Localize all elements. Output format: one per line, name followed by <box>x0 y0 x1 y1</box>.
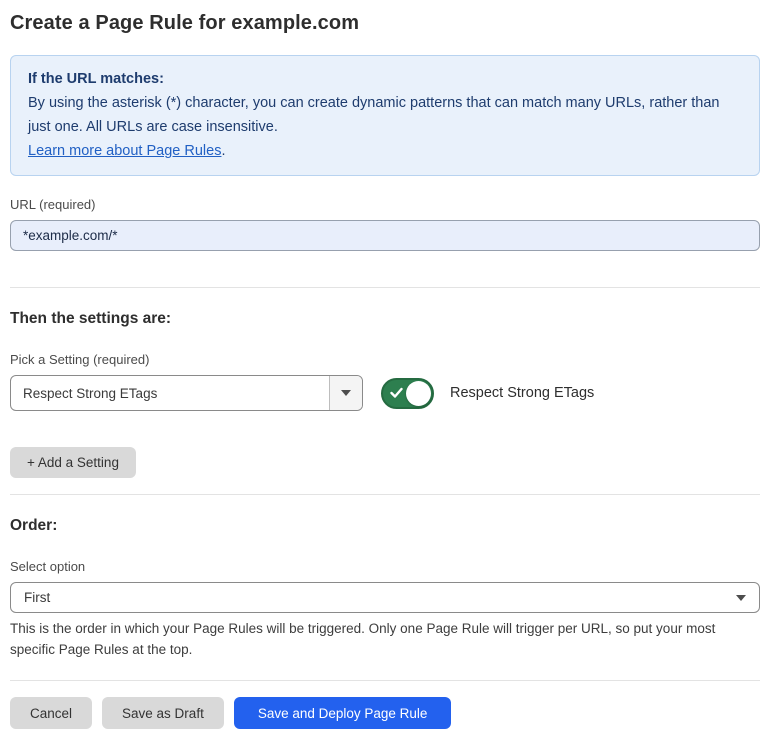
divider <box>10 680 760 681</box>
page-title: Create a Page Rule for example.com <box>10 12 760 35</box>
info-box-heading: If the URL matches: <box>28 67 742 91</box>
check-icon <box>390 387 403 399</box>
action-buttons: Cancel Save as Draft Save and Deploy Pag… <box>10 697 760 729</box>
respect-strong-etags-toggle[interactable] <box>381 378 434 409</box>
link-period: . <box>221 143 225 159</box>
add-setting-button[interactable]: + Add a Setting <box>10 447 136 478</box>
chevron-down-icon <box>736 595 746 601</box>
order-select-value: First <box>24 590 736 605</box>
toggle-wrap: Respect Strong ETags <box>381 378 594 409</box>
url-label: URL (required) <box>10 197 760 212</box>
order-select[interactable]: First <box>10 582 760 613</box>
divider <box>10 494 760 495</box>
toggle-knob <box>406 381 431 406</box>
setting-row: Respect Strong ETags Respect Strong ETag… <box>10 375 760 411</box>
url-input[interactable] <box>10 220 760 251</box>
chevron-down-icon <box>341 390 351 396</box>
order-select-label: Select option <box>10 559 760 574</box>
cancel-button[interactable]: Cancel <box>10 697 92 729</box>
setting-select-arrow-button[interactable] <box>329 376 362 410</box>
setting-select-value: Respect Strong ETags <box>11 376 329 410</box>
save-draft-button[interactable]: Save as Draft <box>102 697 224 729</box>
order-help-text: This is the order in which your Page Rul… <box>10 618 750 660</box>
settings-heading: Then the settings are: <box>10 310 760 328</box>
info-box-link-line: Learn more about Page Rules. <box>28 139 742 163</box>
divider <box>10 287 760 288</box>
create-page-rule-form: Create a Page Rule for example.com If th… <box>0 0 769 729</box>
info-box-body: By using the asterisk (*) character, you… <box>28 91 742 139</box>
url-match-info-box: If the URL matches: By using the asteris… <box>10 55 760 176</box>
toggle-label: Respect Strong ETags <box>450 385 594 401</box>
learn-more-link[interactable]: Learn more about Page Rules <box>28 143 221 159</box>
pick-setting-label: Pick a Setting (required) <box>10 352 760 367</box>
order-heading: Order: <box>10 517 760 535</box>
setting-select[interactable]: Respect Strong ETags <box>10 375 363 411</box>
save-deploy-button[interactable]: Save and Deploy Page Rule <box>234 697 452 729</box>
